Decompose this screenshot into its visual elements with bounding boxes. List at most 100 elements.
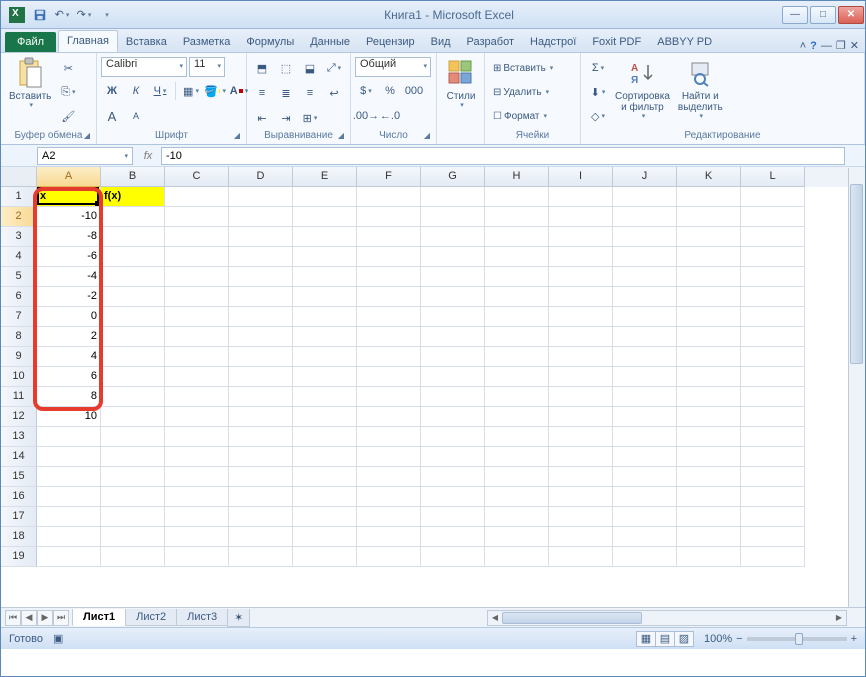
cell-K17[interactable] — [677, 507, 741, 527]
italic-button[interactable]: К — [125, 80, 147, 102]
cell-A18[interactable] — [37, 527, 101, 547]
col-header-h[interactable]: H — [485, 167, 549, 187]
align-right-button[interactable]: ≡ — [299, 82, 321, 104]
number-launcher[interactable]: ◢ — [424, 131, 430, 140]
cell-A17[interactable] — [37, 507, 101, 527]
qat-undo-button[interactable]: ↶▾ — [53, 6, 71, 24]
cell-F9[interactable] — [357, 347, 421, 367]
cell-E16[interactable] — [293, 487, 357, 507]
cell-K14[interactable] — [677, 447, 741, 467]
cell-F3[interactable] — [357, 227, 421, 247]
doc-restore-button[interactable]: ❐ — [836, 39, 846, 52]
view-layout-button[interactable]: ▤ — [655, 631, 675, 647]
cell-E3[interactable] — [293, 227, 357, 247]
row-header-7[interactable]: 7 — [1, 307, 37, 327]
cell-E14[interactable] — [293, 447, 357, 467]
cell-L7[interactable] — [741, 307, 805, 327]
copy-button[interactable]: ⎘▾ — [57, 81, 79, 103]
sheet-nav-first[interactable]: ⏮ — [5, 610, 21, 626]
cells-grid[interactable]: xf(x)-10-8-6-4-20246810 — [37, 187, 865, 607]
cell-E6[interactable] — [293, 287, 357, 307]
cell-B7[interactable] — [101, 307, 165, 327]
cell-E9[interactable] — [293, 347, 357, 367]
font-size-select[interactable]: 11▾ — [189, 57, 225, 77]
row-header-3[interactable]: 3 — [1, 227, 37, 247]
cell-A7[interactable]: 0 — [37, 307, 101, 327]
zoom-in-button[interactable]: + — [851, 633, 857, 645]
cell-C2[interactable] — [165, 207, 229, 227]
cell-D11[interactable] — [229, 387, 293, 407]
tab-addins[interactable]: Надстрої — [522, 32, 584, 52]
cell-B8[interactable] — [101, 327, 165, 347]
cell-H17[interactable] — [485, 507, 549, 527]
cell-J5[interactable] — [613, 267, 677, 287]
cell-B19[interactable] — [101, 547, 165, 567]
cell-J12[interactable] — [613, 407, 677, 427]
tab-foxit[interactable]: Foxit PDF — [584, 32, 649, 52]
cell-E18[interactable] — [293, 527, 357, 547]
col-header-e[interactable]: E — [293, 167, 357, 187]
fill-color-button[interactable]: 🪣▾ — [204, 80, 226, 102]
cell-K1[interactable] — [677, 187, 741, 207]
name-box[interactable]: A2▾ — [37, 147, 133, 165]
hscroll-thumb[interactable] — [502, 612, 642, 624]
cell-G15[interactable] — [421, 467, 485, 487]
cell-L5[interactable] — [741, 267, 805, 287]
cell-D14[interactable] — [229, 447, 293, 467]
cell-L1[interactable] — [741, 187, 805, 207]
grow-font-button[interactable]: A — [101, 105, 123, 127]
cell-K16[interactable] — [677, 487, 741, 507]
row-header-13[interactable]: 13 — [1, 427, 37, 447]
cell-K10[interactable] — [677, 367, 741, 387]
cell-E13[interactable] — [293, 427, 357, 447]
minimize-ribbon-button[interactable]: ˄ — [800, 40, 806, 52]
sheet-tab-1[interactable]: Лист1 — [72, 609, 126, 626]
cell-H3[interactable] — [485, 227, 549, 247]
row-header-1[interactable]: 1 — [1, 187, 37, 207]
cell-K5[interactable] — [677, 267, 741, 287]
cell-D15[interactable] — [229, 467, 293, 487]
cell-J1[interactable] — [613, 187, 677, 207]
cell-D5[interactable] — [229, 267, 293, 287]
cell-G5[interactable] — [421, 267, 485, 287]
cell-C18[interactable] — [165, 527, 229, 547]
increase-indent-button[interactable]: ⇥ — [275, 107, 297, 129]
cell-F19[interactable] — [357, 547, 421, 567]
cell-I14[interactable] — [549, 447, 613, 467]
orientation-button[interactable]: ⤢▾ — [323, 57, 345, 79]
cell-G6[interactable] — [421, 287, 485, 307]
cell-D4[interactable] — [229, 247, 293, 267]
help-button[interactable]: ? — [810, 40, 817, 52]
cell-E12[interactable] — [293, 407, 357, 427]
cell-G2[interactable] — [421, 207, 485, 227]
cell-L6[interactable] — [741, 287, 805, 307]
cell-A11[interactable]: 8 — [37, 387, 101, 407]
cell-E15[interactable] — [293, 467, 357, 487]
view-normal-button[interactable]: ▦ — [636, 631, 656, 647]
col-header-j[interactable]: J — [613, 167, 677, 187]
cell-B15[interactable] — [101, 467, 165, 487]
bold-button[interactable]: Ж — [101, 80, 123, 102]
cell-D13[interactable] — [229, 427, 293, 447]
cell-B13[interactable] — [101, 427, 165, 447]
decrease-indent-button[interactable]: ⇤ — [251, 107, 273, 129]
row-header-11[interactable]: 11 — [1, 387, 37, 407]
cell-K7[interactable] — [677, 307, 741, 327]
fx-button[interactable]: fx — [139, 147, 157, 165]
cell-B1[interactable]: f(x) — [101, 187, 165, 207]
cell-D3[interactable] — [229, 227, 293, 247]
cell-H14[interactable] — [485, 447, 549, 467]
shrink-font-button[interactable]: A — [125, 105, 147, 127]
cell-G7[interactable] — [421, 307, 485, 327]
cell-K15[interactable] — [677, 467, 741, 487]
row-header-19[interactable]: 19 — [1, 547, 37, 567]
cell-H1[interactable] — [485, 187, 549, 207]
merge-button[interactable]: ⊞▾ — [299, 107, 321, 129]
cell-F17[interactable] — [357, 507, 421, 527]
cell-I8[interactable] — [549, 327, 613, 347]
sheet-nav-next[interactable]: ▶ — [37, 610, 53, 626]
cell-D6[interactable] — [229, 287, 293, 307]
cell-I18[interactable] — [549, 527, 613, 547]
cell-C7[interactable] — [165, 307, 229, 327]
cell-J4[interactable] — [613, 247, 677, 267]
